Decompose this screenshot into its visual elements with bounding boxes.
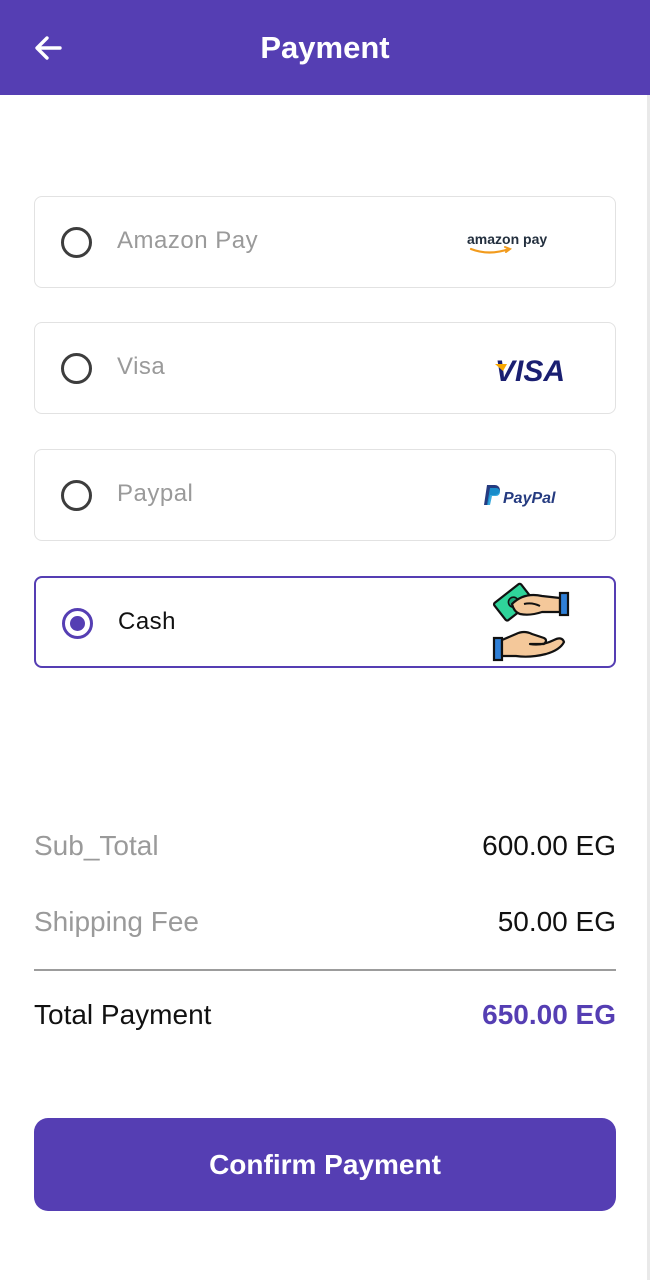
shipping-fee-value: 50.00 EG	[497, 906, 616, 937]
total-payment-value: 650.00 EG	[482, 999, 616, 1030]
paypal-logo: PayPal	[484, 485, 556, 507]
amazon-pay-logo: amazon pay	[467, 231, 547, 254]
shipping-fee-label: Shipping Fee	[34, 906, 200, 937]
svg-text:PayPal: PayPal	[503, 490, 556, 507]
app-bar: Payment	[0, 0, 650, 95]
radio-button[interactable]	[61, 480, 92, 511]
payment-option-label: Paypal	[117, 480, 194, 507]
payment-option-amazon-pay[interactable]: Amazon Pay amazon pay	[34, 196, 616, 288]
radio-button-selected[interactable]	[62, 608, 93, 639]
confirm-payment-button[interactable]: Confirm Payment	[34, 1118, 616, 1211]
visa-logo: VISA	[495, 355, 565, 388]
subtotal-label: Sub_Total	[34, 830, 159, 861]
payment-option-cash[interactable]: Cash	[34, 576, 616, 668]
payment-option-paypal[interactable]: Paypal PayPal	[34, 449, 616, 541]
radio-button[interactable]	[61, 227, 92, 258]
payment-option-label: Visa	[117, 353, 166, 380]
payment-option-label: Amazon Pay	[117, 227, 259, 254]
total-payment-label: Total Payment	[34, 999, 212, 1030]
shipping-fee-row: Shipping Fee 50.00 EG	[34, 906, 616, 946]
radio-button[interactable]	[61, 353, 92, 384]
radio-selected-dot	[70, 616, 85, 631]
back-button[interactable]	[28, 28, 68, 68]
divider	[34, 969, 616, 971]
subtotal-row: Sub_Total 600.00 EG	[34, 830, 616, 870]
svg-text:amazon pay: amazon pay	[467, 231, 547, 247]
svg-text:VISA: VISA	[495, 355, 565, 388]
payment-option-label: Cash	[118, 608, 177, 635]
arrow-left-icon	[35, 36, 62, 60]
page-title: Payment	[260, 29, 390, 65]
payment-option-visa[interactable]: Visa VISA	[34, 322, 616, 414]
subtotal-value: 600.00 EG	[482, 830, 616, 861]
cash-hands-icon	[492, 582, 570, 662]
total-payment-row: Total Payment 650.00 EG	[34, 999, 616, 1039]
